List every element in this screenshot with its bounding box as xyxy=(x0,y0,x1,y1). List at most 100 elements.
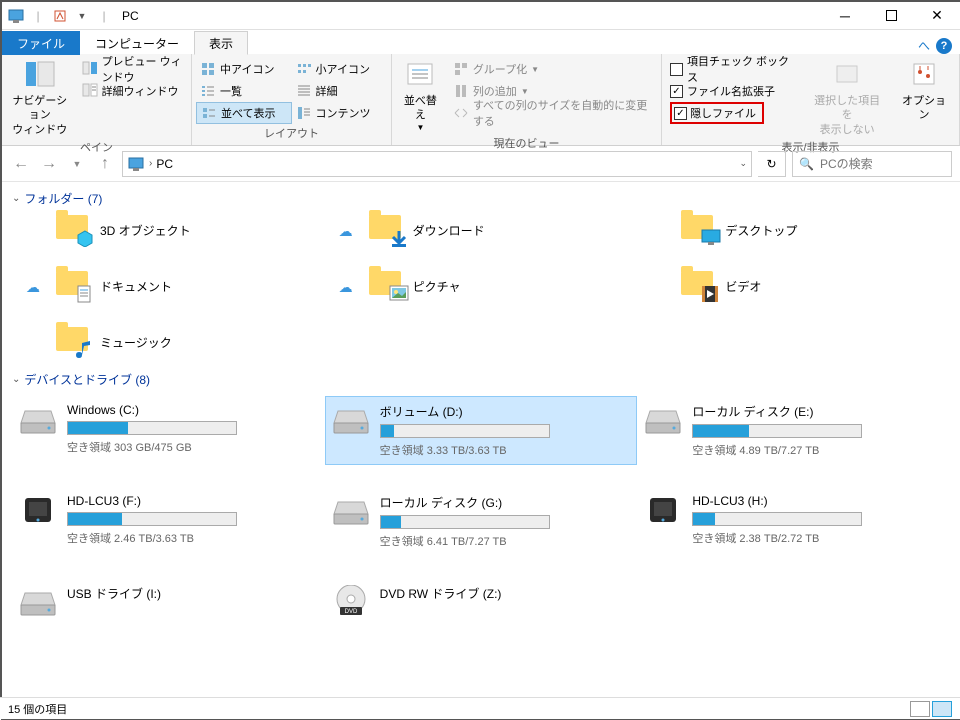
layout-medium-icons[interactable]: 中アイコン xyxy=(196,58,292,80)
drive-name: ボリューム (D:) xyxy=(380,403,629,420)
drive-item[interactable]: ローカル ディスク (G:)空き領域 6.41 TB/7.27 TB xyxy=(325,487,638,556)
chevron-down-icon: ⌄ xyxy=(12,374,20,385)
folder-item[interactable]: ☁ダウンロード xyxy=(325,215,638,245)
drive-icon xyxy=(332,494,370,526)
drive-item[interactable]: ローカル ディスク (E:) 空き領域 4.89 TB/7.27 TB xyxy=(637,396,950,465)
search-icon: 🔍 xyxy=(799,157,814,171)
folder-icon xyxy=(56,271,92,301)
drive-freespace: 空き領域 3.33 TB/3.63 TB xyxy=(380,442,629,458)
folders-section-header[interactable]: ⌄フォルダー (7) xyxy=(12,190,950,207)
search-placeholder: PCの検索 xyxy=(820,155,873,172)
drive-item[interactable]: HD-LCU3 (H:)空き領域 2.38 TB/2.72 TB xyxy=(637,487,950,556)
folder-name: 3D オブジェクト xyxy=(100,222,191,239)
layout-details[interactable]: 詳細 xyxy=(292,80,388,102)
minimize-button[interactable]: ─ xyxy=(822,2,868,30)
drive-name: DVD RW ドライブ (Z:) xyxy=(380,585,629,602)
window-title: PC xyxy=(122,9,139,23)
ribbon-tabs: ファイル コンピューター 表示 へ ? xyxy=(2,30,960,54)
drives-section-header[interactable]: ⌄デバイスとドライブ (8) xyxy=(12,371,950,388)
up-button[interactable]: ↑ xyxy=(94,153,116,175)
pc-icon xyxy=(127,156,145,172)
drive-item[interactable]: ボリューム (D:) 空き領域 3.33 TB/3.63 TB xyxy=(325,396,638,465)
title-bar: | ▼ | PC ─ ✕ xyxy=(2,2,960,30)
details-pane-label: 詳細ウィンドウ xyxy=(102,83,179,99)
search-box[interactable]: 🔍 PCの検索 xyxy=(792,151,952,177)
chevron-down-icon: ⌄ xyxy=(12,193,20,204)
maximize-button[interactable] xyxy=(868,2,914,30)
details-pane-button[interactable]: 詳細ウィンドウ xyxy=(78,80,187,102)
file-extensions-toggle[interactable]: ✓ファイル名拡張子 xyxy=(666,80,801,102)
qat-separator: | xyxy=(28,6,48,26)
drive-usage-bar xyxy=(380,515,550,529)
svg-text:DVD: DVD xyxy=(344,609,357,615)
drive-icon xyxy=(644,494,682,526)
hidden-files-toggle[interactable]: ✓ 隠しファイル xyxy=(666,102,801,124)
qat-dropdown[interactable]: ▼ xyxy=(72,6,92,26)
folder-icon xyxy=(681,215,717,245)
history-dropdown[interactable]: ▼ xyxy=(66,153,88,175)
drive-name: ローカル ディスク (G:) xyxy=(380,494,629,511)
drive-icon xyxy=(19,585,57,617)
drive-freespace: 空き領域 4.89 TB/7.27 TB xyxy=(692,442,941,458)
qat-properties[interactable] xyxy=(50,6,70,26)
back-button[interactable]: ← xyxy=(10,153,32,175)
navigation-pane-button[interactable]: ナビゲーション ウィンドウ xyxy=(6,58,74,139)
folder-item[interactable]: ☁ ドキュメント xyxy=(12,271,325,301)
sort-by-button[interactable]: 並べ替え▼ xyxy=(396,58,445,135)
layout-tiles[interactable]: 並べて表示 xyxy=(196,102,292,124)
drive-name: ローカル ディスク (E:) xyxy=(692,403,941,420)
chevron-right-icon: › xyxy=(149,158,152,169)
drive-icon xyxy=(644,403,682,435)
folder-name: デスクトップ xyxy=(725,222,797,239)
tab-file[interactable]: ファイル xyxy=(2,31,80,55)
tab-view[interactable]: 表示 xyxy=(194,31,248,55)
folder-name: ビデオ xyxy=(725,278,761,295)
layout-small-icons[interactable]: 小アイコン xyxy=(292,58,388,80)
folder-item[interactable]: ☁ピクチャ xyxy=(325,271,638,301)
folder-name: ドキュメント xyxy=(100,278,172,295)
item-count: 15 個の項目 xyxy=(8,701,67,717)
help-icon[interactable]: ? xyxy=(936,38,952,54)
qat-separator: | xyxy=(94,6,114,26)
drive-item[interactable]: DVD DVD RW ドライブ (Z:) xyxy=(325,578,638,624)
folder-item[interactable]: 3D オブジェクト xyxy=(12,215,325,245)
view-tiles-icon[interactable] xyxy=(932,701,952,717)
ribbon: ナビゲーション ウィンドウ プレビュー ウィンドウ 詳細ウィンドウ ペイン 中ア… xyxy=(2,54,960,146)
drive-name: Windows (C:) xyxy=(67,403,316,417)
group-by-button[interactable]: グループ化 ▼ xyxy=(449,58,657,80)
folder-item[interactable]: デスクトップ xyxy=(637,215,950,245)
size-columns-button[interactable]: すべての列のサイズを自動的に変更する xyxy=(449,102,657,124)
layout-content[interactable]: コンテンツ xyxy=(292,102,388,124)
drive-item[interactable]: USB ドライブ (I:) xyxy=(12,578,325,624)
folder-name: ダウンロード xyxy=(413,222,485,239)
folder-item[interactable]: ビデオ xyxy=(637,271,950,301)
drive-item[interactable]: Windows (C:)空き領域 303 GB/475 GB xyxy=(12,396,325,465)
address-dropdown[interactable]: ⌄ xyxy=(739,158,747,169)
drive-icon: DVD xyxy=(332,585,370,617)
view-details-icon[interactable] xyxy=(910,701,930,717)
forward-button[interactable]: → xyxy=(38,153,60,175)
drive-name: HD-LCU3 (H:) xyxy=(692,494,941,508)
item-checkboxes-toggle[interactable]: 項目チェック ボックス xyxy=(666,58,801,80)
collapse-ribbon-icon[interactable]: へ xyxy=(918,37,930,54)
folder-name: ミュージック xyxy=(100,334,172,351)
layout-list[interactable]: 一覧 xyxy=(196,80,292,102)
drive-usage-bar xyxy=(380,424,550,438)
cloud-sync-icon: ☁ xyxy=(26,279,40,296)
address-bar[interactable]: › PC ⌄ xyxy=(122,151,752,177)
tab-computer[interactable]: コンピューター xyxy=(80,31,194,55)
folder-icon xyxy=(681,271,717,301)
drive-usage-bar xyxy=(692,424,862,438)
folder-item[interactable]: ミュージック xyxy=(12,327,325,357)
folder-icon xyxy=(369,215,405,245)
options-button[interactable]: オプション xyxy=(893,58,955,125)
preview-pane-button[interactable]: プレビュー ウィンドウ xyxy=(78,58,187,80)
folder-name: ピクチャ xyxy=(413,278,461,295)
refresh-button[interactable]: ↻ xyxy=(758,151,786,177)
drive-item[interactable]: HD-LCU3 (F:)空き領域 2.46 TB/3.63 TB xyxy=(12,487,325,556)
drive-name: HD-LCU3 (F:) xyxy=(67,494,316,508)
folder-icon xyxy=(56,215,92,245)
navigation-bar: ← → ▼ ↑ › PC ⌄ ↻ 🔍 PCの検索 xyxy=(2,146,960,182)
close-button[interactable]: ✕ xyxy=(914,2,960,30)
breadcrumb-pc[interactable]: PC xyxy=(156,157,173,171)
